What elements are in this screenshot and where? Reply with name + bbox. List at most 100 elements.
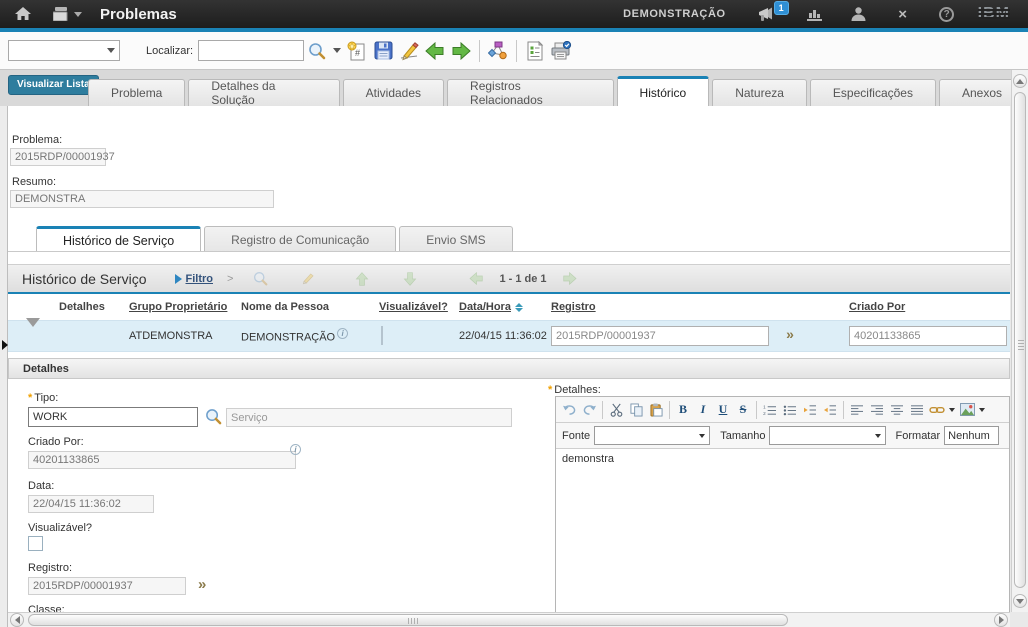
historico-tab-content: Problema: 2015RDP/00001937 Resumo: DEMON… <box>8 106 1010 612</box>
cut-icon[interactable] <box>606 400 626 420</box>
vertical-scrollbar-thumb[interactable] <box>1014 92 1026 588</box>
grid-prev-page-icon[interactable] <box>463 266 489 292</box>
data-label: Data: <box>28 480 54 492</box>
col-grupo-proprietario[interactable]: Grupo Proprietário <box>125 301 237 313</box>
localizar-input[interactable] <box>198 40 304 61</box>
underline-icon[interactable]: U <box>713 400 733 420</box>
link-options-caret[interactable] <box>947 400 957 420</box>
align-center-icon[interactable] <box>887 400 907 420</box>
scroll-up-button[interactable] <box>1013 74 1027 88</box>
tab-problema[interactable]: Problema <box>88 79 185 106</box>
horizontal-scrollbar[interactable] <box>8 612 1010 627</box>
cell-registro-field[interactable]: 2015RDP/00001937 <box>551 326 769 346</box>
grid-toolbar: Histórico de Serviço Filtro > 1 - 1 de 1 <box>8 264 1010 294</box>
justify-icon[interactable] <box>907 400 927 420</box>
image-options-caret[interactable] <box>977 400 987 420</box>
cell-datahora: 22/04/15 11:36:02 <box>455 330 547 342</box>
tab-registros-relacionados[interactable]: Registros Relacionados <box>447 79 614 106</box>
insert-image-icon[interactable] <box>957 400 977 420</box>
ordered-list-icon[interactable]: 12 <box>760 400 780 420</box>
info-icon[interactable]: i <box>337 328 348 339</box>
tab-historico[interactable]: Histórico <box>617 76 710 106</box>
scroll-left-button[interactable] <box>10 613 24 627</box>
svg-text:1: 1 <box>763 404 766 409</box>
search-options-caret[interactable] <box>330 38 344 64</box>
italic-icon[interactable]: I <box>693 400 713 420</box>
registro-detail-icon[interactable]: » <box>198 576 206 593</box>
copy-icon[interactable] <box>626 400 646 420</box>
col-registro[interactable]: Registro <box>547 301 845 313</box>
tipo-lookup-icon[interactable] <box>205 408 222 430</box>
tab-atividades[interactable]: Atividades <box>343 79 444 106</box>
workflow-icon[interactable] <box>485 38 511 64</box>
criado-por-info-icon[interactable]: i <box>290 444 301 455</box>
col-visualizavel[interactable]: Visualizável? <box>375 301 455 313</box>
tamanho-select[interactable] <box>769 426 885 445</box>
editor-content[interactable]: demonstra <box>556 449 1009 469</box>
undo-icon[interactable] <box>559 400 579 420</box>
visualizavel-checkbox[interactable] <box>28 536 43 551</box>
scroll-down-button[interactable] <box>1013 594 1027 608</box>
tab-detalhes-da-solucao[interactable]: Detalhes da Solução <box>188 79 339 106</box>
reports-chart-icon[interactable] <box>800 0 830 28</box>
unordered-list-icon[interactable] <box>780 400 800 420</box>
outdent-icon[interactable] <box>820 400 840 420</box>
redo-icon[interactable] <box>579 400 599 420</box>
grid-next-page-icon[interactable] <box>557 266 583 292</box>
vertical-scrollbar[interactable] <box>1011 70 1028 612</box>
formatar-select[interactable]: Nenhum <box>944 426 999 445</box>
app-switcher-icon[interactable] <box>52 0 82 28</box>
row-expand-icon[interactable] <box>26 318 40 344</box>
subtab-envio-sms[interactable]: Envio SMS <box>399 226 512 252</box>
tab-especificacoes[interactable]: Especificações <box>810 79 936 106</box>
subtab-registro-de-comunicacao[interactable]: Registro de Comunicação <box>204 226 396 252</box>
select-action-dropdown[interactable] <box>8 40 120 61</box>
details-section-title: Detalhes <box>23 363 69 375</box>
cell-grupo: ATDEMONSTRA <box>125 330 237 342</box>
help-icon[interactable]: ? <box>932 0 962 28</box>
clear-changes-icon[interactable] <box>396 38 422 64</box>
link-icon[interactable] <box>927 400 947 420</box>
data-field: 22/04/15 11:36:02 <box>28 495 154 513</box>
align-right-icon[interactable] <box>867 400 887 420</box>
grid-move-up-icon[interactable] <box>349 266 375 292</box>
grid-search-icon[interactable] <box>247 266 273 292</box>
run-reports-icon[interactable] <box>522 38 548 64</box>
next-record-icon[interactable] <box>448 38 474 64</box>
tab-visualizar-lista[interactable]: Visualizar Lista <box>8 75 99 95</box>
bold-icon[interactable]: B <box>673 400 693 420</box>
subtab-historico-de-servico[interactable]: Histórico de Serviço <box>36 226 201 252</box>
fonte-select[interactable] <box>594 426 710 445</box>
announcements-icon[interactable]: 1 <box>752 0 782 28</box>
tab-natureza[interactable]: Natureza <box>712 79 807 106</box>
details-section-header[interactable]: Detalhes <box>8 358 1010 379</box>
editor-toolbar-row2: Fonte Tamanho Formatar Nenhum <box>556 423 1009 449</box>
horizontal-scrollbar-thumb[interactable] <box>28 614 788 626</box>
formatar-value: Nenhum <box>948 430 990 442</box>
col-criado-por[interactable]: Criado Por <box>845 301 1010 313</box>
save-icon[interactable] <box>370 38 396 64</box>
grid-move-down-icon[interactable] <box>397 266 423 292</box>
home-icon[interactable] <box>8 0 38 28</box>
scroll-right-button[interactable] <box>994 613 1008 627</box>
strikethrough-icon[interactable]: S <box>733 400 753 420</box>
filter-control[interactable]: Filtro <box>175 273 214 285</box>
tipo-input[interactable] <box>28 407 198 427</box>
align-left-icon[interactable] <box>847 400 867 420</box>
table-row[interactable]: ATDEMONSTRA DEMONSTRAÇÃOi 22/04/15 11:36… <box>8 320 1010 352</box>
cell-criado-field[interactable]: 40201133865 <box>849 326 1007 346</box>
new-record-icon[interactable]: # <box>344 38 370 64</box>
tipo-label: *Tipo: <box>28 392 58 404</box>
registro-detail-menu-icon[interactable]: » <box>786 326 794 342</box>
cell-visualizavel-checkbox[interactable] <box>381 326 383 345</box>
print-icon[interactable] <box>548 38 574 64</box>
indent-icon[interactable] <box>800 400 820 420</box>
paste-icon[interactable] <box>646 400 666 420</box>
search-icon[interactable] <box>304 38 330 64</box>
grid-edit-icon[interactable] <box>295 266 321 292</box>
sign-out-icon[interactable]: × <box>888 0 918 28</box>
filtro-link[interactable]: Filtro <box>186 273 214 285</box>
profile-icon[interactable] <box>844 0 874 28</box>
col-data-hora[interactable]: Data/Hora <box>455 301 547 313</box>
previous-record-icon[interactable] <box>422 38 448 64</box>
